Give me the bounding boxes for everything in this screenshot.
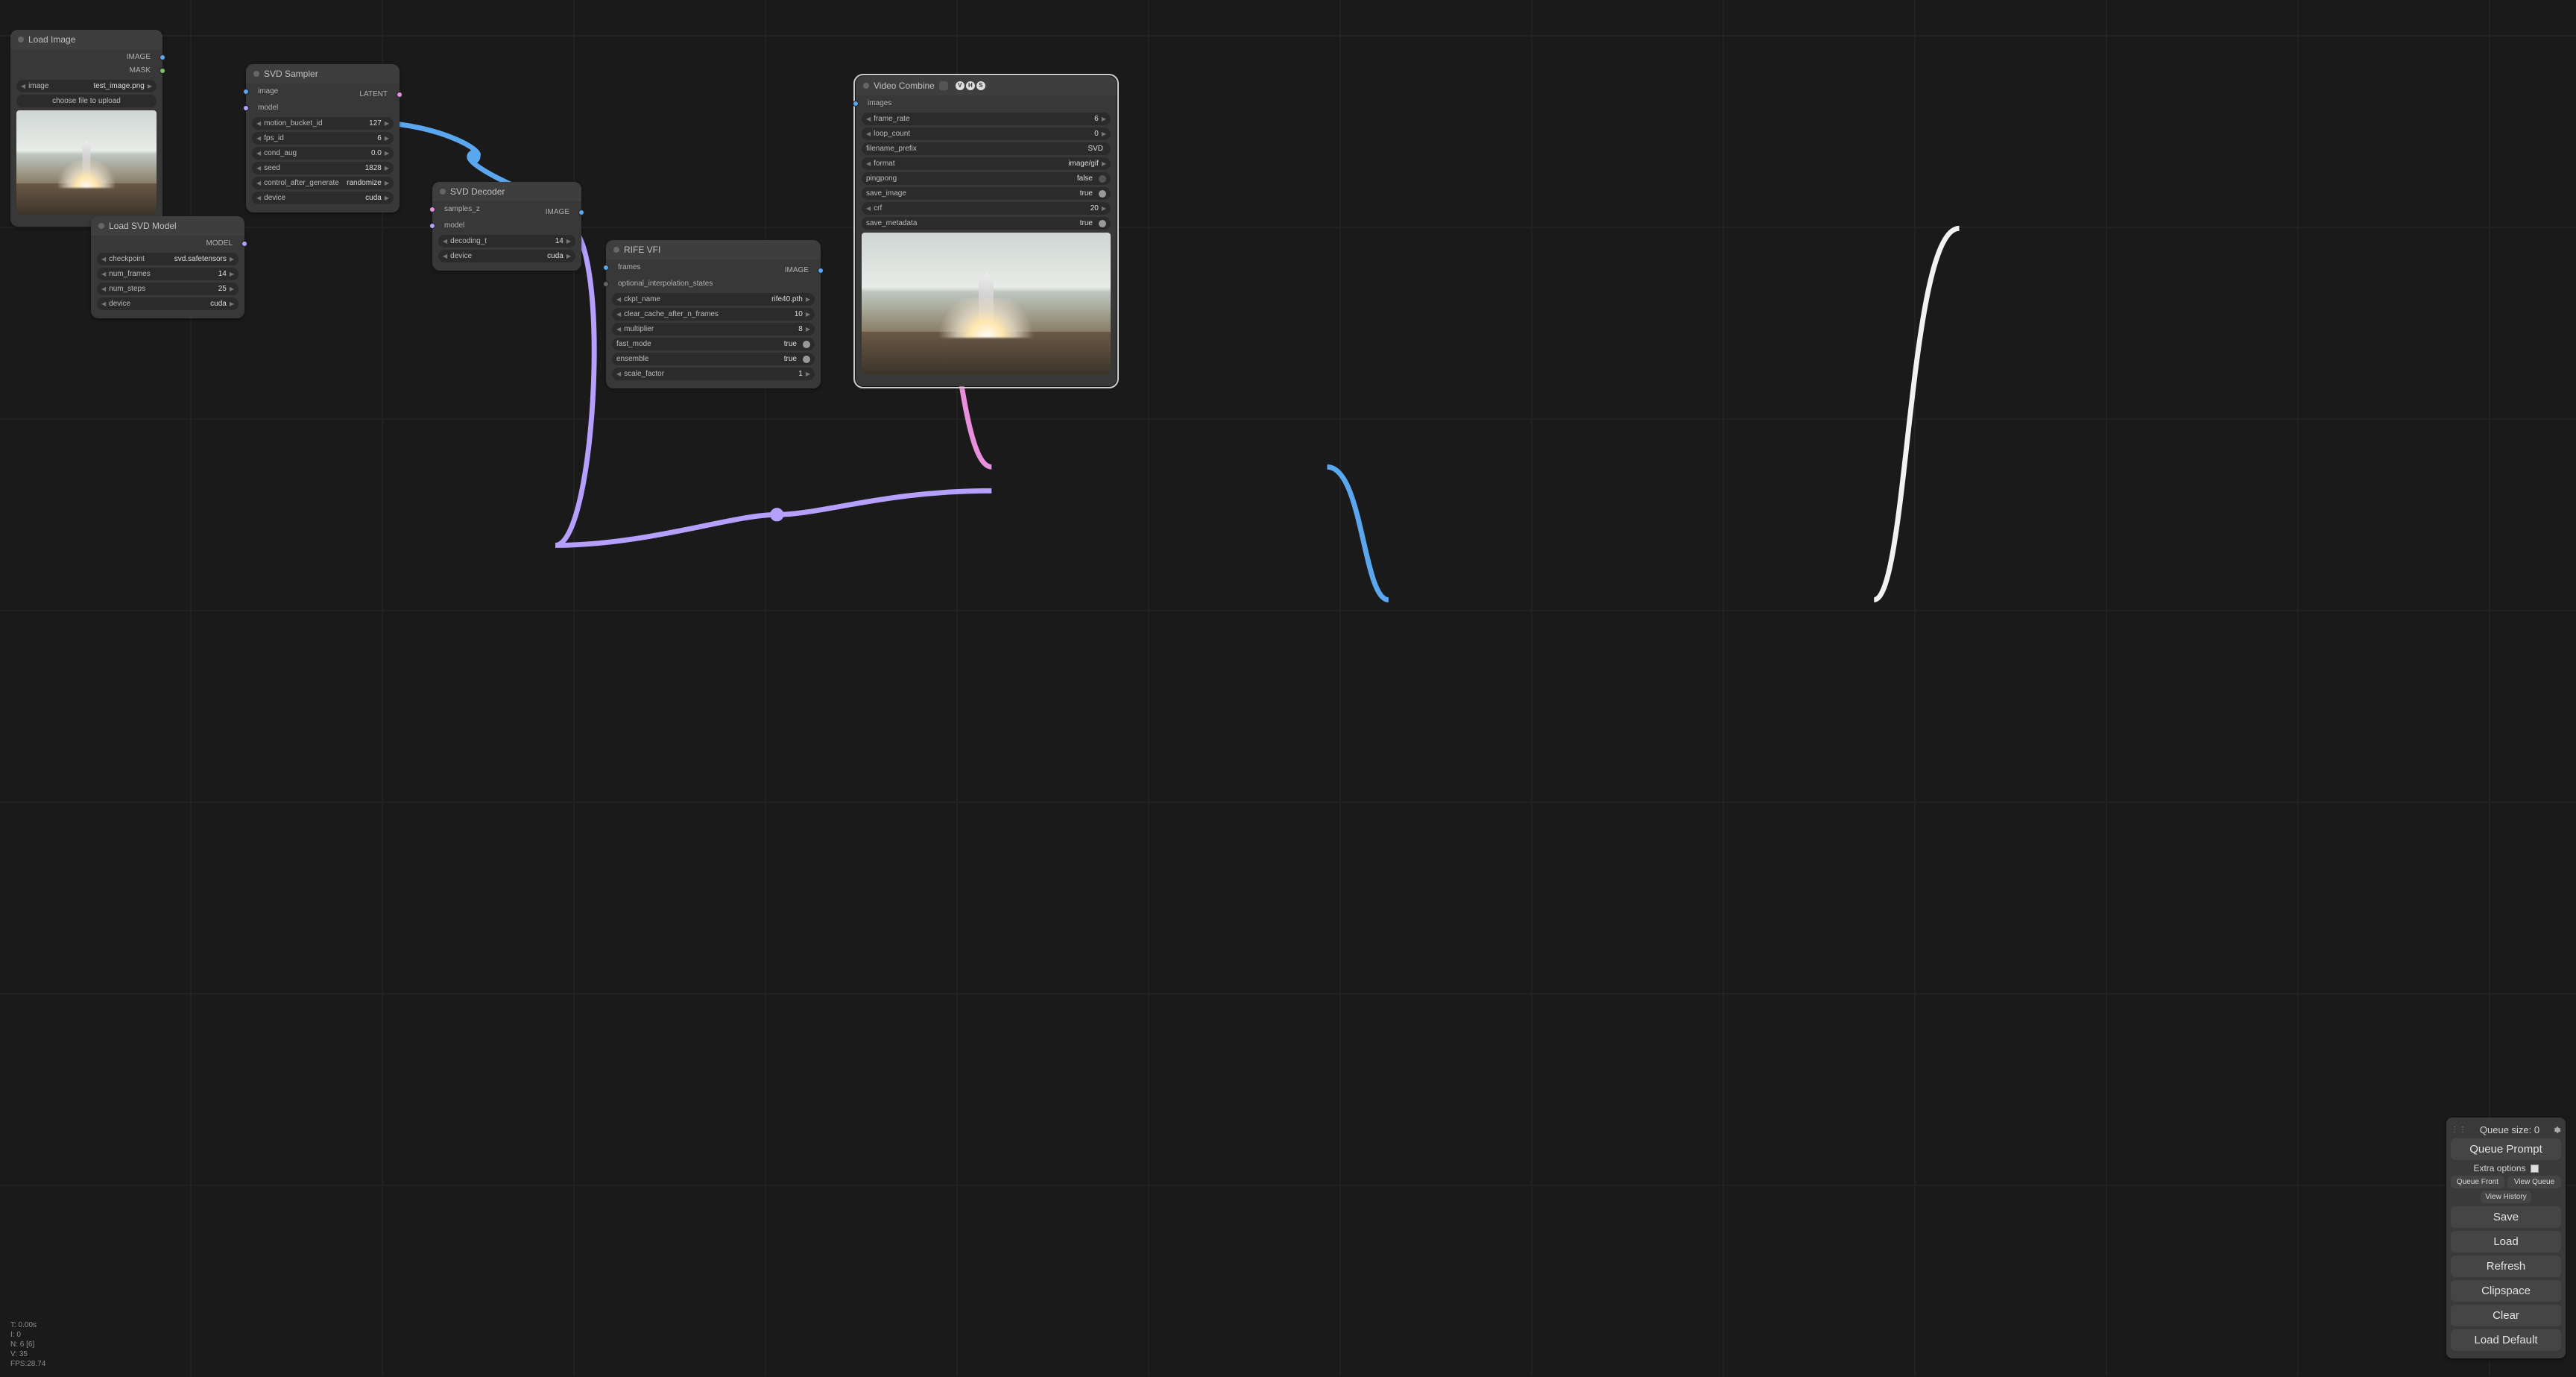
widget-filename-prefix[interactable]: filename_prefixSVD: [862, 142, 1111, 155]
video-preview: [862, 233, 1111, 374]
refresh-button[interactable]: Refresh: [2451, 1255, 2561, 1277]
output-mask[interactable]: MASK: [10, 64, 162, 78]
extra-options-label: Extra options: [2473, 1163, 2525, 1173]
widget-decoding-t[interactable]: ◀decoding_t14▶: [438, 235, 575, 248]
widget-num-frames[interactable]: ◀num_frames14▶: [97, 268, 239, 280]
collapse-dot-icon[interactable]: [253, 71, 259, 77]
toggle-icon[interactable]: [803, 341, 810, 348]
widget-clear-cache-after-n-frames[interactable]: ◀clear_cache_after_n_frames10▶: [612, 308, 815, 321]
widget-device[interactable]: ◀devicecuda▶: [97, 297, 239, 310]
widget-loop-count[interactable]: ◀loop_count0▶: [862, 127, 1111, 140]
toggle-icon[interactable]: [1099, 175, 1106, 183]
widget-device[interactable]: ◀devicecuda▶: [252, 192, 394, 204]
clipspace-button[interactable]: Clipspace: [2451, 1280, 2561, 1302]
node-svd-sampler[interactable]: SVD Sampler image LATENT model ◀motion_b…: [246, 64, 400, 212]
input-optional-interpolation-states[interactable]: optional_interpolation_states: [606, 277, 821, 291]
collapse-dot-icon[interactable]: [863, 83, 869, 89]
widget-frame-rate[interactable]: ◀frame_rate6▶: [862, 113, 1111, 125]
node-title-text: Video Combine: [874, 81, 935, 91]
node-load-image[interactable]: Load Image IMAGE MASK ◀imagetest_image.p…: [10, 30, 162, 227]
gear-icon[interactable]: [2552, 1126, 2561, 1135]
output-latent[interactable]: LATENT: [246, 88, 400, 101]
input-model[interactable]: model: [432, 219, 581, 233]
node-title[interactable]: SVD Decoder: [432, 182, 581, 201]
widget-image[interactable]: ◀imagetest_image.png▶: [16, 80, 157, 92]
collapse-dot-icon[interactable]: [440, 189, 446, 195]
drag-handle-icon[interactable]: ⋮⋮: [2451, 1126, 2467, 1134]
node-title-text: Load SVD Model: [109, 221, 177, 231]
widget-cond-aug[interactable]: ◀cond_aug0.0▶: [252, 147, 394, 160]
widget-motion-bucket-id[interactable]: ◀motion_bucket_id127▶: [252, 117, 394, 130]
output-model[interactable]: MODEL: [91, 237, 244, 250]
widget-pingpong[interactable]: pingpongfalse: [862, 172, 1111, 185]
collapse-dot-icon[interactable]: [18, 37, 24, 42]
input-model[interactable]: model: [246, 101, 400, 115]
node-title-text: RIFE VFI: [624, 245, 660, 255]
widget-save-metadata[interactable]: save_metadatatrue: [862, 217, 1111, 230]
view-queue-button[interactable]: View Queue: [2507, 1176, 2561, 1188]
output-image[interactable]: IMAGE: [432, 206, 581, 219]
queue-front-button[interactable]: Queue Front: [2451, 1176, 2504, 1188]
node-title[interactable]: Video Combine VHS: [856, 76, 1117, 95]
vhs-badges: VHS: [956, 81, 985, 90]
node-title[interactable]: SVD Sampler: [246, 64, 400, 83]
widget-multiplier[interactable]: ◀multiplier8▶: [612, 323, 815, 335]
node-title[interactable]: Load SVD Model: [91, 216, 244, 236]
control-panel[interactable]: ⋮⋮ Queue size: 0 Queue Prompt Extra opti…: [2446, 1118, 2566, 1358]
node-load-svd-model[interactable]: Load SVD Model MODEL ◀checkpointsvd.safe…: [91, 216, 244, 318]
widget-device[interactable]: ◀devicecuda▶: [438, 250, 575, 262]
view-history-button[interactable]: View History: [2481, 1191, 2531, 1203]
widget-checkpoint[interactable]: ◀checkpointsvd.safetensors▶: [97, 253, 239, 265]
node-rife-vfi[interactable]: RIFE VFI frames IMAGE optional_interpola…: [606, 240, 821, 388]
widget-control-after-generate[interactable]: ◀control_after_generaterandomize▶: [252, 177, 394, 189]
widget-fps-id[interactable]: ◀fps_id6▶: [252, 132, 394, 145]
save-button[interactable]: Save: [2451, 1206, 2561, 1228]
collapse-dot-icon[interactable]: [98, 223, 104, 229]
input-images[interactable]: images: [856, 97, 1117, 110]
extra-options-checkbox[interactable]: [2531, 1165, 2539, 1173]
canvas-stats: T: 0.00s I: 0 N: 6 [6] V: 35 FPS:28.74: [10, 1320, 45, 1369]
node-title-text: SVD Sampler: [264, 69, 318, 79]
node-title[interactable]: RIFE VFI: [606, 240, 821, 259]
widget-ensemble[interactable]: ensembletrue: [612, 353, 815, 365]
widget-fast-mode[interactable]: fast_modetrue: [612, 338, 815, 350]
queue-size-label: Queue size: 0: [2472, 1124, 2548, 1135]
node-video-combine[interactable]: Video Combine VHS images ◀frame_rate6▶ ◀…: [856, 76, 1117, 386]
collapse-dot-icon[interactable]: [613, 247, 619, 253]
toggle-icon[interactable]: [803, 356, 810, 363]
toggle-icon[interactable]: [1099, 220, 1106, 227]
widget-scale-factor[interactable]: ◀scale_factor1▶: [612, 368, 815, 380]
toggle-icon[interactable]: [1099, 190, 1106, 198]
widget-upload[interactable]: choose file to upload: [16, 95, 157, 107]
widget-crf[interactable]: ◀crf20▶: [862, 202, 1111, 215]
widget-save-image[interactable]: save_imagetrue: [862, 187, 1111, 200]
load-button[interactable]: Load: [2451, 1231, 2561, 1252]
node-badge-icon: [939, 81, 948, 90]
queue-prompt-button[interactable]: Queue Prompt: [2451, 1138, 2561, 1160]
widget-num-steps[interactable]: ◀num_steps25▶: [97, 283, 239, 295]
widget-format[interactable]: ◀formatimage/gif▶: [862, 157, 1111, 170]
clear-button[interactable]: Clear: [2451, 1305, 2561, 1326]
node-title-text: Load Image: [28, 34, 75, 45]
output-image[interactable]: IMAGE: [10, 51, 162, 64]
output-image[interactable]: IMAGE: [606, 264, 821, 277]
load-default-button[interactable]: Load Default: [2451, 1329, 2561, 1351]
node-svd-decoder[interactable]: SVD Decoder samples_z IMAGE model ◀decod…: [432, 182, 581, 271]
node-title-text: SVD Decoder: [450, 186, 505, 197]
widget-seed[interactable]: ◀seed1828▶: [252, 162, 394, 174]
image-preview: [16, 110, 157, 215]
widget-ckpt-name[interactable]: ◀ckpt_namerife40.pth▶: [612, 293, 815, 306]
node-title[interactable]: Load Image: [10, 30, 162, 49]
